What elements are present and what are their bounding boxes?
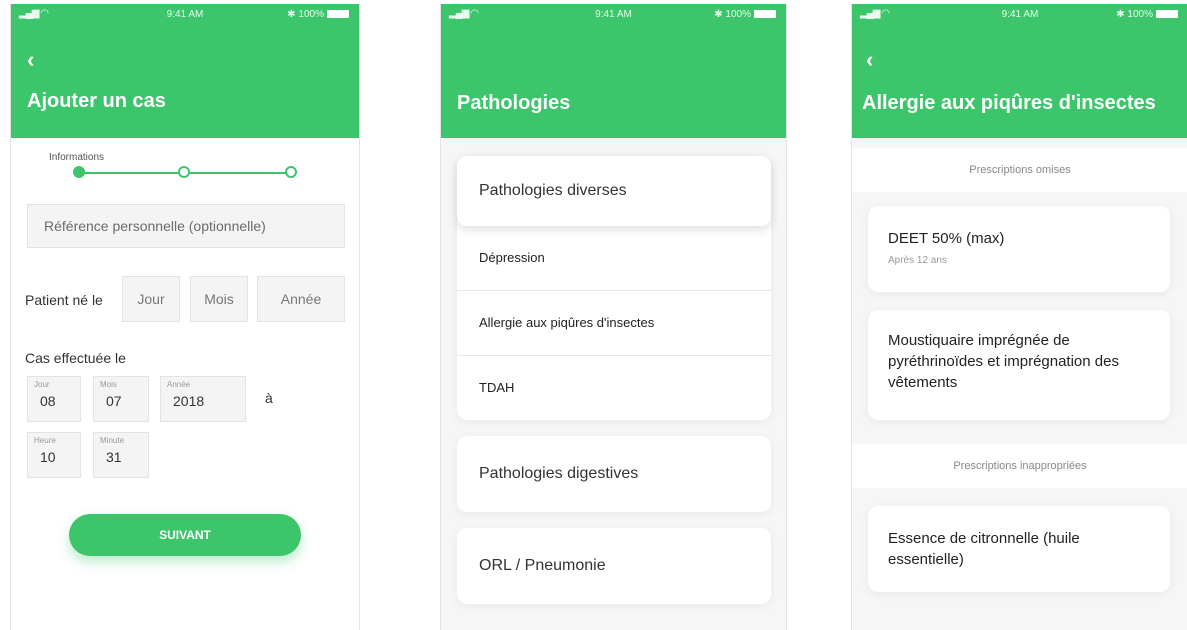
case-hour-input[interactable]: Heure 10: [27, 432, 81, 478]
status-bar: ▂▄▆ ◠ 9:41 AM ✱ 100%: [852, 4, 1187, 24]
reference-input[interactable]: Référence personnelle (optionnelle): [27, 204, 345, 248]
battery-icon: [754, 10, 776, 18]
prescription-card[interactable]: DEET 50% (max) Après 12 ans: [868, 206, 1170, 292]
case-minute-caption: Minute: [100, 436, 125, 445]
back-chevron-icon[interactable]: ‹: [866, 49, 873, 71]
group-header-diverses[interactable]: Pathologies diverses: [457, 156, 771, 226]
case-month-caption: Mois: [100, 380, 117, 389]
status-bar: ▂▄▆ ◠ 9:41 AM ✱ 100%: [441, 4, 786, 24]
app-header: ▂▄▆ ◠ 9:41 AM ✱ 100% Pathologies: [441, 4, 786, 138]
step-2-dot[interactable]: [178, 166, 190, 178]
battery-indicator: ✱ 100%: [287, 9, 349, 20]
next-button[interactable]: SUIVANT: [69, 514, 301, 556]
battery-icon: [1156, 10, 1178, 18]
case-month-value: 07: [106, 393, 122, 409]
prescription-title: Moustiquaire imprégnée de pyréthrinoïdes…: [888, 332, 1119, 391]
birth-day-input[interactable]: Jour: [122, 276, 180, 322]
case-hour-caption: Heure: [34, 436, 56, 445]
battery-percent: 100%: [725, 9, 751, 20]
step-1-dot[interactable]: [73, 166, 85, 178]
case-year-caption: Année: [167, 380, 191, 389]
screen-add-case: ▂▄▆ ◠ 9:41 AM ✱ 100% ‹ Ajouter un cas In…: [10, 4, 360, 630]
group-label-digestives: Pathologies digestives: [479, 465, 639, 482]
birth-month-input[interactable]: Mois: [190, 276, 248, 322]
list-item-allergie[interactable]: Allergie aux piqûres d'insectes: [457, 290, 771, 355]
case-hour-value: 10: [40, 449, 56, 465]
section-header-omises: Prescriptions omises: [852, 148, 1187, 192]
case-year-value: 2018: [173, 393, 205, 409]
born-label: Patient né le: [25, 292, 103, 308]
battery-icon: [327, 10, 349, 18]
case-month-input[interactable]: Mois 07: [93, 376, 149, 422]
battery-percent: 100%: [298, 9, 324, 20]
app-header: ▂▄▆ ◠ 9:41 AM ✱ 100% ‹ Allergie aux piqû…: [852, 4, 1187, 138]
page-title: Ajouter un cas: [27, 90, 166, 112]
list-item-depression[interactable]: Dépression: [457, 226, 771, 290]
group-label-orl: ORL / Pneumonie: [479, 557, 606, 574]
page-title: Pathologies: [457, 92, 571, 114]
step-3-dot[interactable]: [285, 166, 297, 178]
screen-pathologies: ▂▄▆ ◠ 9:41 AM ✱ 100% Pathologies Patholo…: [440, 4, 787, 630]
screen-allergie-detail: ▂▄▆ ◠ 9:41 AM ✱ 100% ‹ Allergie aux piqû…: [851, 4, 1187, 630]
case-minute-value: 31: [106, 449, 122, 465]
group-header-orl[interactable]: ORL / Pneumonie: [457, 528, 771, 604]
prescription-card[interactable]: Moustiquaire imprégnée de pyréthrinoïdes…: [868, 310, 1170, 420]
pathology-group-card: Pathologies diverses Dépression Allergie…: [457, 156, 771, 420]
case-day-input[interactable]: Jour 08: [27, 376, 81, 422]
group-header-digestives[interactable]: Pathologies digestives: [457, 436, 771, 512]
case-day-value: 08: [40, 393, 56, 409]
case-day-caption: Jour: [34, 380, 50, 389]
list-item-tdah[interactable]: TDAH: [457, 355, 771, 420]
at-label: à: [265, 390, 273, 406]
app-header: ▂▄▆ ◠ 9:41 AM ✱ 100% ‹ Ajouter un cas: [11, 4, 359, 138]
case-year-input[interactable]: Année 2018: [160, 376, 246, 422]
section-header-inappropriees: Prescriptions inappropriées: [852, 444, 1187, 488]
prescription-subtitle: Après 12 ans: [888, 255, 947, 266]
battery-indicator: ✱ 100%: [714, 9, 776, 20]
case-date-label: Cas effectuée le: [25, 350, 126, 366]
birth-year-input[interactable]: Année: [257, 276, 345, 322]
case-minute-input[interactable]: Minute 31: [93, 432, 149, 478]
page-title: Allergie aux piqûres d'insectes: [862, 92, 1156, 114]
battery-percent: 100%: [1127, 9, 1153, 20]
step-label: Informations: [49, 152, 105, 163]
back-chevron-icon[interactable]: ‹: [27, 49, 34, 71]
prescription-title: DEET 50% (max): [888, 230, 1005, 247]
battery-indicator: ✱ 100%: [1116, 9, 1178, 20]
prescription-title: Essence de citronnelle (huile essentiell…: [888, 530, 1080, 568]
prescription-card[interactable]: Essence de citronnelle (huile essentiell…: [868, 506, 1170, 592]
status-bar: ▂▄▆ ◠ 9:41 AM ✱ 100%: [11, 4, 359, 24]
